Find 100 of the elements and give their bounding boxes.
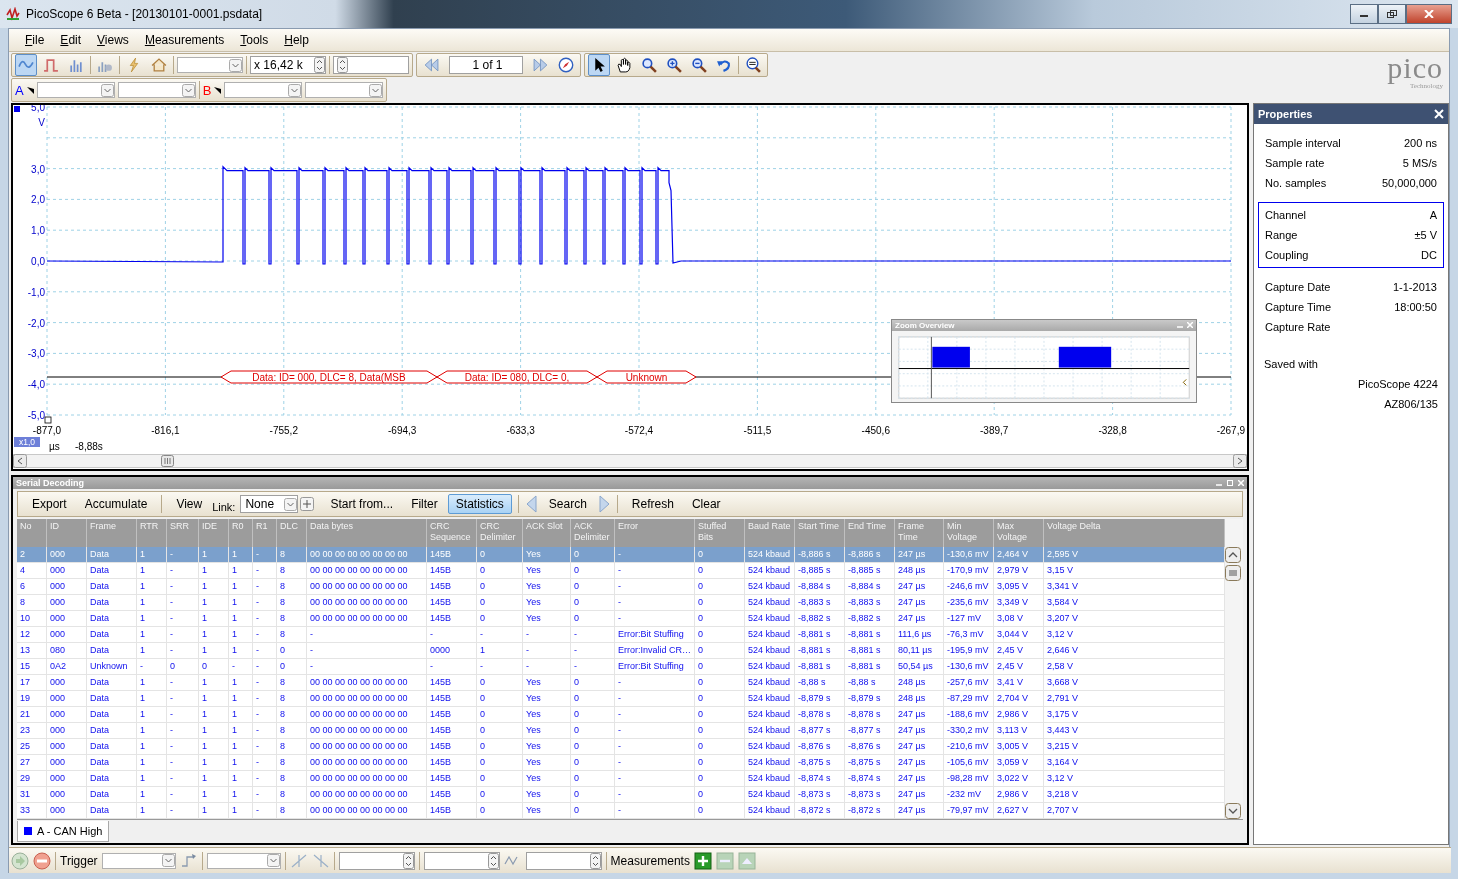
edge-icon[interactable] <box>179 851 198 870</box>
scroll-thumb-icon[interactable] <box>1225 565 1241 581</box>
menu-item[interactable]: Measurements <box>136 33 233 47</box>
table-row[interactable]: 27 000 Data 1 - 1 1 - 8 00 00 00 00 00 00 00 00 145B 0 Yes 0 - 0 524 kbaud -8,875 s -8,875 s 247 µs -105,6 mV 3,059 V 3,164 V <box>17 755 1225 771</box>
dropdown[interactable] <box>177 57 243 73</box>
wave-icon[interactable] <box>15 54 37 76</box>
table-cell: - <box>523 659 571 674</box>
zoom-factor-field[interactable]: x 16,42 k <box>250 56 326 74</box>
caret-icon[interactable] <box>161 854 175 867</box>
add-icon[interactable] <box>693 851 712 870</box>
table-row[interactable]: 25 000 Data 1 - 1 1 - 8 00 00 00 00 00 00 00 00 145B 0 Yes 0 - 0 524 kbaud -8,876 s -8,876 s 247 µs -210,6 mV 3,005 V 3,215 V <box>17 739 1225 755</box>
toolbar-button[interactable]: Accumulate <box>76 494 156 514</box>
horizontal-scrollbar[interactable] <box>13 454 1247 468</box>
caret-icon[interactable] <box>181 83 195 97</box>
table-cell: - <box>571 627 615 642</box>
maximize-button[interactable] <box>1378 4 1406 24</box>
table-row[interactable]: 17 000 Data 1 - 1 1 - 8 00 00 00 00 00 00 00 00 145B 0 Yes 0 - 0 524 kbaud -8,88 s -8,88 s 248 µs -257,6 mV 3,41 V 3,668 V <box>17 675 1225 691</box>
scroll-up-icon[interactable] <box>1225 547 1241 563</box>
arrow-icon[interactable] <box>26 86 34 94</box>
table-cell: 524 kbaud <box>745 595 795 610</box>
toolbar-button[interactable]: Start from... <box>322 494 402 514</box>
toolbar-button[interactable]: Export <box>24 494 75 514</box>
toolbar-button[interactable]: Refresh <box>623 494 682 514</box>
stop-icon[interactable] <box>33 851 51 870</box>
minimize-button[interactable] <box>1350 4 1378 24</box>
table-row[interactable]: 21 000 Data 1 - 1 1 - 8 00 00 00 00 00 00 00 00 145B 0 Yes 0 - 0 524 kbaud -8,878 s -8,878 s 247 µs -188,6 mV 2,986 V 3,175 V <box>17 707 1225 723</box>
table-cell: 0 <box>695 643 745 658</box>
table-row[interactable]: 8 000 Data 1 - 1 1 - 8 00 00 00 00 00 00 00 00 145B 0 Yes 0 - 0 524 kbaud -8,883 s -8,883 s 247 µs -235,6 mV 3,349 V 3,584 V <box>17 595 1225 611</box>
caret-icon[interactable] <box>100 83 114 97</box>
channel-tab[interactable]: A - CAN High <box>17 821 110 842</box>
menu-item[interactable]: Views <box>89 33 137 47</box>
spinner-field[interactable] <box>338 851 415 870</box>
scroll-down-icon[interactable] <box>1225 803 1241 819</box>
pointer-icon[interactable] <box>588 54 610 76</box>
add-icon[interactable] <box>300 497 315 511</box>
spinner-icon[interactable] <box>314 57 325 73</box>
spinner-icon[interactable] <box>402 852 414 869</box>
table-row[interactable]: 12 000 Data 1 - 1 1 - 8 - - - - - Error:Bit Stuffing 0 524 kbaud -8,881 s -8,881 s 111,6 µs -76,3 mV 3,044 V 3,12 V <box>17 627 1225 643</box>
trigger-marker-icon[interactable] <box>44 416 52 424</box>
toolbar-button[interactable]: Statistics <box>447 494 512 514</box>
table-row[interactable]: 6 000 Data 1 - 1 1 - 8 00 00 00 00 00 00 00 00 145B 0 Yes 0 - 0 524 kbaud -8,884 s -8,884 s 247 µs -246,6 mV 3,095 V 3,341 V <box>17 579 1225 595</box>
caret-icon[interactable] <box>266 854 280 867</box>
table-row[interactable]: 23 000 Data 1 - 1 1 - 8 00 00 00 00 00 00 00 00 145B 0 Yes 0 - 0 524 kbaud -8,877 s -8,877 s 247 µs -330,2 mV 3,113 V 3,443 V <box>17 723 1225 739</box>
caret-icon[interactable] <box>288 83 302 97</box>
dropdown[interactable] <box>206 852 281 869</box>
table-cell: 1 <box>199 803 229 818</box>
table-cell: 19 <box>17 691 47 706</box>
table-row[interactable]: 19 000 Data 1 - 1 1 - 8 00 00 00 00 00 00 00 00 145B 0 Yes 0 - 0 524 kbaud -8,879 s -8,879 s 248 µs -87,29 mV 2,704 V 2,791 V <box>17 691 1225 707</box>
table-row[interactable]: 4 000 Data 1 - 1 1 - 8 00 00 00 00 00 00 00 00 145B 0 Yes 0 - 0 524 kbaud -8,885 s -8,885 s 248 µs -170,9 mV 2,979 V 3,15 V <box>17 563 1225 579</box>
table-cell: 0000 <box>427 643 477 658</box>
dropdown[interactable] <box>117 82 196 98</box>
close-icon[interactable] <box>1434 109 1444 119</box>
table-row[interactable]: 15 0A2 Unknown - 0 0 - - 0 - - - - - Error:Bit Stuffing 0 524 kbaud -8,881 s -8,881 s 50,54 µs -130,6 mV 2,45 V 2,58 V <box>17 659 1225 675</box>
caret-icon[interactable] <box>229 58 242 72</box>
close-button[interactable] <box>1406 4 1452 24</box>
table-row[interactable]: 13 080 Data 1 - 1 1 - 0 - 0000 1 - - Error:Invalid CR… 0 524 kbaud -8,881 s -8,881 s 80,11 µs -195,9 mV 2,45 V 2,646 V <box>17 643 1225 659</box>
decode-packet[interactable]: Unknown <box>596 370 697 384</box>
spinner-icon[interactable] <box>589 852 601 869</box>
decode-packet[interactable]: Data: ID= 080, DLC= 0, <box>436 370 598 384</box>
menu-item[interactable]: File <box>17 33 53 47</box>
spinner-icon[interactable] <box>337 57 348 73</box>
buffer-field[interactable]: 1 of 1 <box>449 56 523 74</box>
table-row[interactable]: 29 000 Data 1 - 1 1 - 8 00 00 00 00 00 00 00 00 145B 0 Yes 0 - 0 524 kbaud -8,874 s -8,874 s 247 µs -98,28 mV 3,022 V 3,12 V <box>17 771 1225 787</box>
table-cell: Data <box>87 691 137 706</box>
decode-packet[interactable]: Data: ID= 000, DLC= 8, Data(MSB <box>220 370 438 384</box>
next-icon[interactable] <box>596 495 611 513</box>
table-cell: Data <box>87 611 137 626</box>
spinner-icon[interactable] <box>487 852 499 869</box>
channel-marker-icon[interactable] <box>14 106 20 112</box>
move-up-icon[interactable] <box>737 851 756 870</box>
spinner-field[interactable] <box>333 56 409 74</box>
previous-icon[interactable] <box>524 495 539 513</box>
caret-icon[interactable] <box>284 497 298 511</box>
maximize-icon[interactable] <box>1227 480 1233 486</box>
table-row[interactable]: 33 000 Data 1 - 1 1 - 8 00 00 00 00 00 00 00 00 145B 0 Yes 0 - 0 524 kbaud -8,872 s -8,872 s 247 µs -79,97 mV 2,627 V 2,707 V <box>17 803 1225 819</box>
vertical-scrollbar[interactable] <box>1225 519 1243 819</box>
menu-item[interactable]: Edit <box>52 33 90 47</box>
start-icon[interactable] <box>11 851 29 870</box>
dropdown[interactable] <box>101 852 176 869</box>
table-cell: 0 <box>477 547 523 562</box>
table-cell: -8,879 s <box>795 691 845 706</box>
toolbar-button[interactable]: Search <box>540 494 595 514</box>
scope-view[interactable] <box>11 103 1249 471</box>
table-cell: 33 <box>17 803 47 818</box>
caret-icon[interactable] <box>369 83 383 97</box>
toolbar-button[interactable]: View <box>168 494 211 514</box>
toolbar-button[interactable]: Filter <box>403 494 446 514</box>
table-cell: 1 <box>199 723 229 738</box>
table-row[interactable]: 31 000 Data 1 - 1 1 - 8 00 00 00 00 00 00 00 00 145B 0 Yes 0 - 0 524 kbaud -8,873 s -8,873 s 247 µs -232 mV 2,986 V 3,218 V <box>17 787 1225 803</box>
menu-item[interactable]: Tools <box>232 33 277 47</box>
table-cell: Data <box>87 675 137 690</box>
link-dropdown[interactable]: None <box>240 495 299 513</box>
spinner-field[interactable] <box>423 851 500 870</box>
table-row[interactable]: 10 000 Data 1 - 1 1 - 8 00 00 00 00 00 00 00 00 145B 0 Yes 0 - 0 524 kbaud -8,882 s -8,882 s 247 µs -127 mV 3,08 V 3,207 V <box>17 611 1225 627</box>
toolbar-button[interactable]: Clear <box>683 494 729 514</box>
table-cell: - <box>615 611 695 626</box>
arrow-icon[interactable] <box>214 86 222 94</box>
spinner-field[interactable] <box>525 851 602 870</box>
dropdown[interactable] <box>305 82 384 98</box>
menu-item[interactable]: Help <box>276 33 317 47</box>
